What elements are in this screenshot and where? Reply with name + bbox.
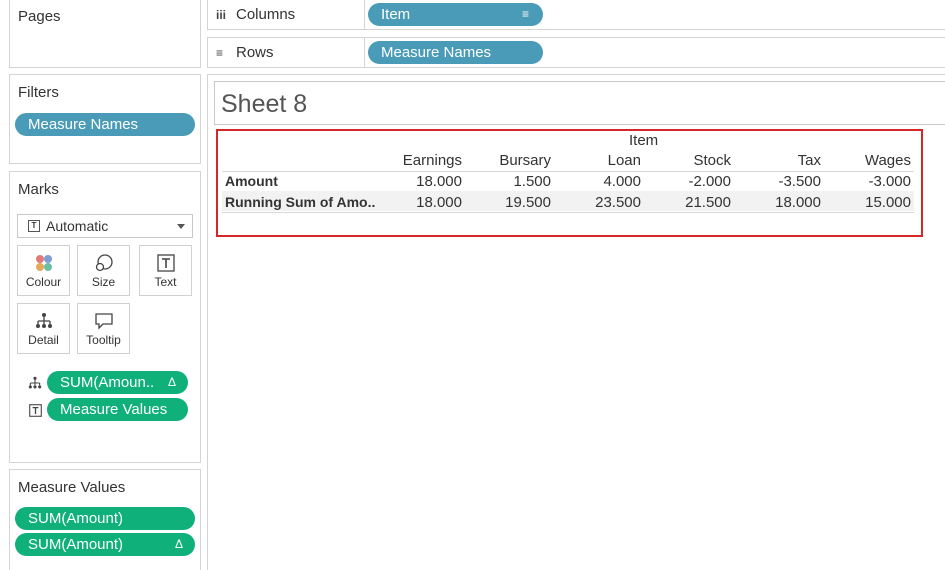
sheet-title: Sheet 8 xyxy=(221,90,308,118)
columns-pill-item[interactable]: Item ≡ xyxy=(368,3,543,26)
table-cell[interactable]: -3.500 xyxy=(741,173,821,190)
column-header[interactable]: Tax xyxy=(741,152,821,169)
text-t-icon xyxy=(140,252,191,274)
text-label: Text xyxy=(154,275,177,289)
sheet-title-box[interactable]: Sheet 8 xyxy=(214,81,945,125)
measure-value-label: SUM(Amount) xyxy=(28,536,124,553)
rows-icon: ≡ xyxy=(216,45,224,60)
size-label: Size xyxy=(91,275,116,289)
table-cell[interactable]: 18.000 xyxy=(382,194,462,211)
row-header[interactable]: Amount xyxy=(225,173,278,189)
marks-title: Marks xyxy=(18,181,59,198)
table-cell[interactable]: 19.500 xyxy=(471,194,551,211)
measure-value-label: SUM(Amount) xyxy=(28,510,124,527)
marks-card: Marks T Automatic Colour Size Text Detai… xyxy=(9,171,201,463)
mark-type-dropdown[interactable]: T Automatic xyxy=(17,214,193,238)
measure-values-title: Measure Values xyxy=(18,479,126,496)
detail-tree-icon xyxy=(28,376,42,390)
mark-type-value: Automatic xyxy=(46,218,109,234)
column-header[interactable]: Bursary xyxy=(471,152,551,169)
chevron-down-icon xyxy=(177,224,185,229)
table-cell[interactable]: 18.000 xyxy=(741,194,821,211)
columns-icon: iii xyxy=(216,7,227,22)
table-cell[interactable]: 1.500 xyxy=(471,173,551,190)
tableau-workspace: Pages Filters Measure Names Marks T Auto… xyxy=(0,0,945,570)
measure-value-pill[interactable]: SUM(Amount) Δ xyxy=(15,533,195,556)
table-cell[interactable]: 18.000 xyxy=(382,173,462,190)
marks-field-sum-amount[interactable]: SUM(Amoun.. Δ xyxy=(47,371,188,394)
filters-title: Filters xyxy=(18,84,59,101)
size-circles-icon xyxy=(78,252,129,274)
rows-shelf[interactable]: ≡ Rows Measure Names xyxy=(207,37,945,68)
colour-button[interactable]: Colour xyxy=(17,245,70,296)
detail-label: Detail xyxy=(28,333,59,347)
filter-pill-measure-names[interactable]: Measure Names xyxy=(15,113,195,136)
text-button[interactable]: Text xyxy=(139,245,192,296)
columns-shelf-label: iii Columns xyxy=(216,0,295,29)
column-header[interactable]: Wages xyxy=(831,152,911,169)
tooltip-label: Tooltip xyxy=(86,333,121,347)
delta-icon: Δ xyxy=(167,375,176,389)
size-button[interactable]: Size xyxy=(77,245,130,296)
column-header[interactable]: Earnings xyxy=(382,152,462,169)
table-cell[interactable]: 21.500 xyxy=(651,194,731,211)
row-header[interactable]: Running Sum of Amo.. xyxy=(225,194,375,210)
sheet-view: Sheet 8 Item Earnings Bursary Loan Stock… xyxy=(207,74,945,570)
rows-pill-measure-names[interactable]: Measure Names xyxy=(368,41,543,64)
measure-value-pill[interactable]: SUM(Amount) xyxy=(15,507,195,530)
tooltip-button[interactable]: Tooltip xyxy=(77,303,130,354)
delta-icon: Δ xyxy=(174,537,183,551)
columns-shelf[interactable]: iii Columns Item ≡ xyxy=(207,0,945,30)
sort-icon: ≡ xyxy=(521,7,529,21)
table-bottom-divider xyxy=(222,212,914,213)
table-cell[interactable]: -3.000 xyxy=(831,173,911,190)
colour-label: Colour xyxy=(25,275,62,289)
table-cell[interactable]: -2.000 xyxy=(651,173,731,190)
table-cell[interactable]: 23.500 xyxy=(561,194,641,211)
filters-shelf[interactable]: Filters Measure Names xyxy=(9,74,201,164)
marks-field-label: SUM(Amoun.. xyxy=(60,374,155,391)
marks-field-measure-values[interactable]: Measure Values xyxy=(47,398,188,421)
colour-dots-icon xyxy=(18,252,69,274)
tooltip-bubble-icon xyxy=(78,310,129,332)
table-cell[interactable]: 15.000 xyxy=(831,194,911,211)
column-header[interactable]: Stock xyxy=(651,152,731,169)
column-group-header: Item xyxy=(629,132,659,149)
marks-field-label: Measure Values xyxy=(60,401,168,418)
detail-tree-icon xyxy=(18,310,69,332)
text-t-icon xyxy=(28,403,42,417)
measure-values-shelf: Measure Values SUM(Amount) SUM(Amount) Δ xyxy=(9,469,201,570)
pages-title: Pages xyxy=(18,8,61,25)
text-mark-icon: T xyxy=(28,220,40,232)
rows-shelf-label: ≡ Rows xyxy=(216,38,274,67)
column-header[interactable]: Loan xyxy=(561,152,641,169)
detail-button[interactable]: Detail xyxy=(17,303,70,354)
pages-shelf[interactable]: Pages xyxy=(9,0,201,68)
columns-pill-label: Item xyxy=(381,6,411,23)
table-cell[interactable]: 4.000 xyxy=(561,173,641,190)
